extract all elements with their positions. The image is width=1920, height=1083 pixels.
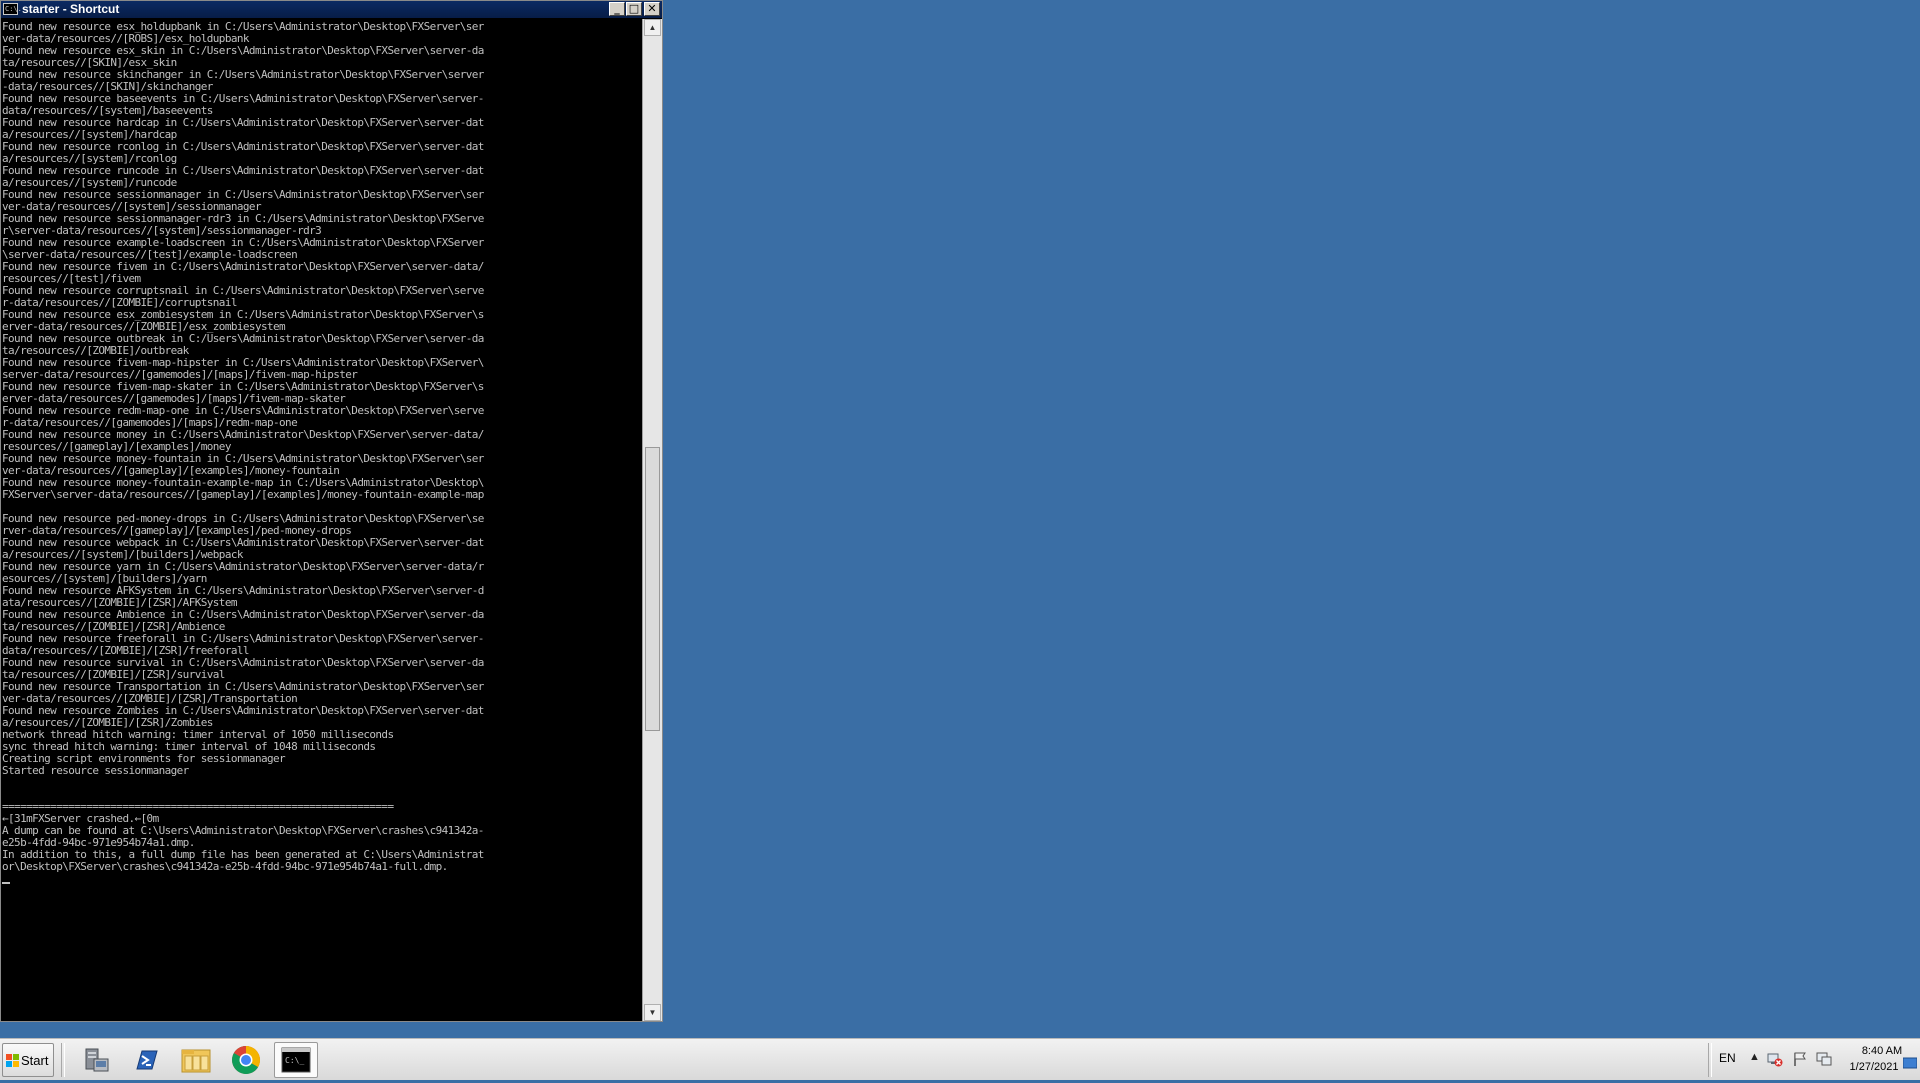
- console-line: Started resource sessionmanager: [2, 764, 189, 777]
- window-title: starter - Shortcut: [22, 2, 120, 16]
- console-window[interactable]: C:\. starter - Shortcut _ □ ✕ Found new …: [0, 0, 663, 1022]
- taskbar-app-powershell[interactable]: [124, 1042, 168, 1078]
- svg-text:C:\_: C:\_: [285, 1056, 304, 1065]
- server-manager-icon: [85, 1048, 109, 1072]
- title-bar[interactable]: C:\. starter - Shortcut _ □ ✕: [1, 1, 662, 18]
- taskbar-separator: [1708, 1043, 1712, 1077]
- scrollbar-thumb[interactable]: [645, 447, 660, 731]
- close-button[interactable]: ✕: [644, 2, 660, 16]
- language-indicator[interactable]: EN: [1719, 1051, 1736, 1065]
- console-output[interactable]: Found new resource esx_holdupbank in C:/…: [2, 21, 640, 1019]
- start-button[interactable]: Start: [2, 1043, 54, 1077]
- console-line: or\Desktop\FXServer\crashes\c941342a-e25…: [2, 860, 448, 873]
- maximize-button[interactable]: □: [626, 2, 642, 16]
- chrome-icon: [232, 1046, 260, 1074]
- scroll-up-arrow-icon[interactable]: ▲: [644, 19, 661, 36]
- console-window-icon: C:\.: [3, 3, 22, 15]
- scroll-down-arrow-icon[interactable]: ▼: [644, 1004, 661, 1021]
- display-icon[interactable]: [1816, 1051, 1832, 1067]
- windows-logo-icon: [6, 1054, 19, 1067]
- clock-date[interactable]: 1/27/2021: [1838, 1061, 1910, 1073]
- start-label: Start: [21, 1053, 49, 1068]
- taskbar-separator: [61, 1043, 65, 1077]
- folder-icon: [181, 1049, 211, 1073]
- network-disconnected-icon[interactable]: [1767, 1051, 1783, 1067]
- vertical-scrollbar[interactable]: ▲ ▼: [642, 19, 662, 1021]
- minimize-button[interactable]: _: [609, 2, 625, 16]
- show-desktop-icon[interactable]: [1903, 1056, 1917, 1070]
- console-icon: C:\_: [281, 1047, 311, 1073]
- taskbar-app-cmd[interactable]: C:\_: [274, 1042, 318, 1078]
- show-hidden-icons-chevron-icon[interactable]: ▲: [1749, 1051, 1760, 1063]
- taskbar-app-server-manager[interactable]: [74, 1042, 118, 1078]
- taskbar: Start C:\_ EN ▲ 8:40 AM 1/27/2021: [0, 1038, 1920, 1080]
- taskbar-app-chrome[interactable]: [224, 1042, 268, 1078]
- console-line: FXServer\server-data/resources//[gamepla…: [2, 488, 484, 501]
- action-center-flag-icon[interactable]: [1792, 1051, 1808, 1067]
- powershell-icon: [136, 1050, 158, 1070]
- text-cursor: [2, 882, 10, 884]
- taskbar-app-file-explorer[interactable]: [174, 1042, 218, 1078]
